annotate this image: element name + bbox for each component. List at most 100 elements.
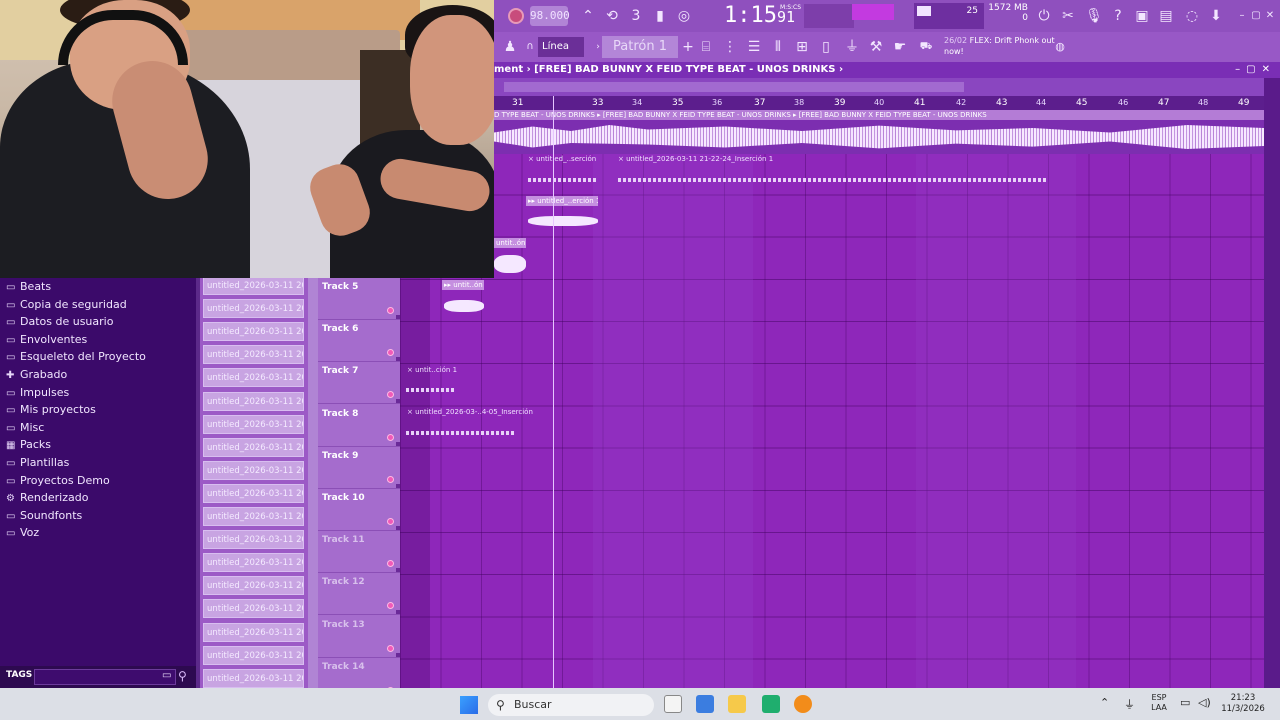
taskbar-search[interactable]: ⚲ Buscar <box>488 694 654 716</box>
picker-clip-item[interactable]: untitled_2026-03-11 20... <box>203 530 304 550</box>
network-icon[interactable]: ▭ <box>1180 696 1190 709</box>
browser-item[interactable]: ▭ Soundfonts <box>6 507 82 524</box>
track-resize-handle[interactable] <box>396 399 400 404</box>
browser-item[interactable]: ▭ Proyectos Demo <box>6 472 110 489</box>
step-edit-icon[interactable]: ▮ <box>650 6 670 26</box>
track-header[interactable]: Track 11 <box>318 531 400 574</box>
browser-item[interactable]: ▭ Plantillas <box>6 454 69 471</box>
microphone-icon[interactable]: ⏚ <box>1124 696 1135 712</box>
picker-clip-item[interactable]: untitled_2026-03-11 20... <box>203 645 304 665</box>
playlist-icon[interactable]: ⌸ <box>696 37 716 57</box>
picker-clip-item[interactable]: untitled_2026-03-11 20... <box>203 299 304 319</box>
help-icon[interactable]: ? <box>1108 6 1128 26</box>
track-header[interactable]: Track 7 <box>318 362 400 405</box>
cpu-monitor[interactable]: 25 <box>914 3 984 29</box>
add-pattern-icon[interactable]: + <box>678 37 698 57</box>
overview-thumb[interactable] <box>504 82 964 92</box>
stamp-icon[interactable]: ♟ <box>500 37 520 57</box>
track-resize-handle[interactable] <box>396 483 400 488</box>
audio-clip[interactable]: untit..ón 1 <box>494 238 526 248</box>
track-mute-toggle[interactable] <box>387 391 394 399</box>
save-icon[interactable]: ▣ <box>1132 6 1152 26</box>
cut-icon[interactable]: ✂ <box>1058 6 1078 26</box>
wait-input-icon[interactable]: ◎ <box>674 6 694 26</box>
timeline-ruler[interactable]: 31 33 34 35 36 37 38 39 40 41 42 43 44 45 46 47 48 49 <box>494 96 1264 110</box>
playlist-title-bar[interactable]: ment › [FREE] BAD BUNNY X FEID TYPE BEAT… <box>494 62 1280 78</box>
track-header[interactable]: Track 6 <box>318 320 400 363</box>
browser-item[interactable]: ▭ Copia de seguridad <box>6 296 127 313</box>
search-icon[interactable]: ⚲ <box>178 669 187 683</box>
browser-item[interactable]: ▭ Voz <box>6 524 39 541</box>
track-resize-handle[interactable] <box>396 441 400 446</box>
picker-clip-item[interactable]: untitled_2026-03-11 20... <box>203 622 304 642</box>
taskbar-clock[interactable]: 21:23 11/3/2026 <box>1218 693 1268 715</box>
window-controls[interactable]: –▢✕ <box>1235 62 1276 78</box>
browser-item[interactable]: ▦ Packs <box>6 436 51 453</box>
track-header[interactable]: Track 9 <box>318 447 400 489</box>
chat-icon[interactable]: ◌ <box>1182 6 1202 26</box>
audio-clip[interactable]: × untitled_..serción 1 <box>526 154 598 164</box>
audio-clip[interactable]: ▸▸ untitled_..erción 1 <box>526 196 598 206</box>
touch-icon[interactable]: ☛ <box>890 37 910 57</box>
close-icon[interactable]: ✕ <box>1260 6 1280 26</box>
track-resize-handle[interactable] <box>396 652 400 657</box>
track-header[interactable]: Track 10 <box>318 489 400 531</box>
picker-scrollbar[interactable] <box>308 278 318 688</box>
metronome-icon[interactable]: ⌃ <box>578 6 598 26</box>
piano-roll-icon[interactable]: ⋮ <box>720 37 740 57</box>
countdown-icon[interactable]: 3 <box>626 6 646 26</box>
project-tree-icon[interactable]: ⊞ <box>792 37 812 57</box>
cart-icon[interactable]: ⛟ <box>916 37 936 57</box>
track-mute-toggle[interactable] <box>387 349 394 357</box>
magnet-icon[interactable]: ∩ <box>520 37 540 57</box>
picker-clip-item[interactable]: untitled_2026-03-11 20... <box>203 599 304 619</box>
track-header[interactable]: Track 5 <box>318 278 400 320</box>
language-indicator[interactable]: ESP LAA <box>1148 693 1170 713</box>
track-resize-handle[interactable] <box>396 357 400 362</box>
track-mute-toggle[interactable] <box>387 518 394 525</box>
picker-clip-item[interactable]: untitled_2026-03-11 20... <box>203 391 304 411</box>
track-mute-toggle[interactable] <box>387 475 394 483</box>
track-resize-handle[interactable] <box>396 610 400 615</box>
browser-item[interactable]: ▭ Mis proyectos <box>6 401 96 418</box>
picker-clip-item[interactable]: untitled_2026-03-11 20... <box>203 414 304 434</box>
mixer-icon[interactable]: ⫴ <box>768 37 788 57</box>
track-header[interactable]: Track 8 <box>318 405 400 447</box>
pattern-selector[interactable]: Patrón 1 <box>602 36 678 58</box>
audio-clip[interactable]: × untitled_2026-03-11 21-22-24_Inserción… <box>616 154 1150 164</box>
download-icon[interactable]: ⬇ <box>1206 6 1226 26</box>
picker-clip-item[interactable]: untitled_2026-03-11 20... <box>203 368 304 388</box>
playhead[interactable] <box>553 96 554 688</box>
browser-item[interactable]: ▭ Envolventes <box>6 331 87 348</box>
track-resize-handle[interactable] <box>396 315 400 319</box>
browser-item[interactable]: ▭ Esqueleto del Proyecto <box>6 348 146 365</box>
browser-item[interactable]: ▭ Misc <box>6 419 44 436</box>
track-mute-toggle[interactable] <box>387 433 394 441</box>
browser-item[interactable]: ▭ Beats <box>6 278 51 295</box>
obs-icon[interactable] <box>762 695 780 713</box>
track-mute-toggle[interactable] <box>387 307 394 314</box>
picker-clip-item[interactable]: untitled_2026-03-11 20... <box>203 668 304 688</box>
folder-icon[interactable]: ▭ <box>162 670 171 681</box>
playlist-overview-scroll[interactable] <box>494 78 1280 96</box>
power-icon[interactable]: ⏻ <box>1034 6 1054 26</box>
track-resize-handle[interactable] <box>396 526 400 530</box>
vertical-scrollbar[interactable] <box>1264 78 1280 688</box>
audio-clip-main[interactable]: D TYPE BEAT - UNOS DRINKS ▸ [FREE] BAD B… <box>494 110 1264 154</box>
globe-icon[interactable]: ◍ <box>1050 37 1070 57</box>
picker-clip-item[interactable]: untitled_2026-03-11 20... <box>203 553 304 573</box>
audio-clip[interactable]: × untitled_2026-03-..4-05_Inserción 1 <box>405 407 533 417</box>
plugin-icon[interactable]: ⏚ <box>842 37 862 57</box>
track-mute-toggle[interactable] <box>387 602 394 610</box>
chevron-up-icon[interactable]: ⌃ <box>1100 696 1109 709</box>
store-icon[interactable] <box>696 695 714 713</box>
picker-clip-item[interactable]: untitled_2026-03-11 20... <box>203 483 304 503</box>
record-button[interactable] <box>508 8 524 24</box>
picker-clip-item[interactable]: untitled_2026-03-11 20... <box>203 576 304 596</box>
picker-clip-item[interactable]: untitled_2026-03-11 20... <box>203 345 304 365</box>
news-panel[interactable]: 26/02 FLEX: Drift Phonk out now! <box>944 35 1064 59</box>
track-mute-toggle[interactable] <box>387 644 394 652</box>
channel-rack-icon[interactable]: ☰ <box>744 37 764 57</box>
audio-clip[interactable]: × untit..ción 1 <box>405 365 457 375</box>
track-header[interactable]: Track 12 <box>318 573 400 616</box>
